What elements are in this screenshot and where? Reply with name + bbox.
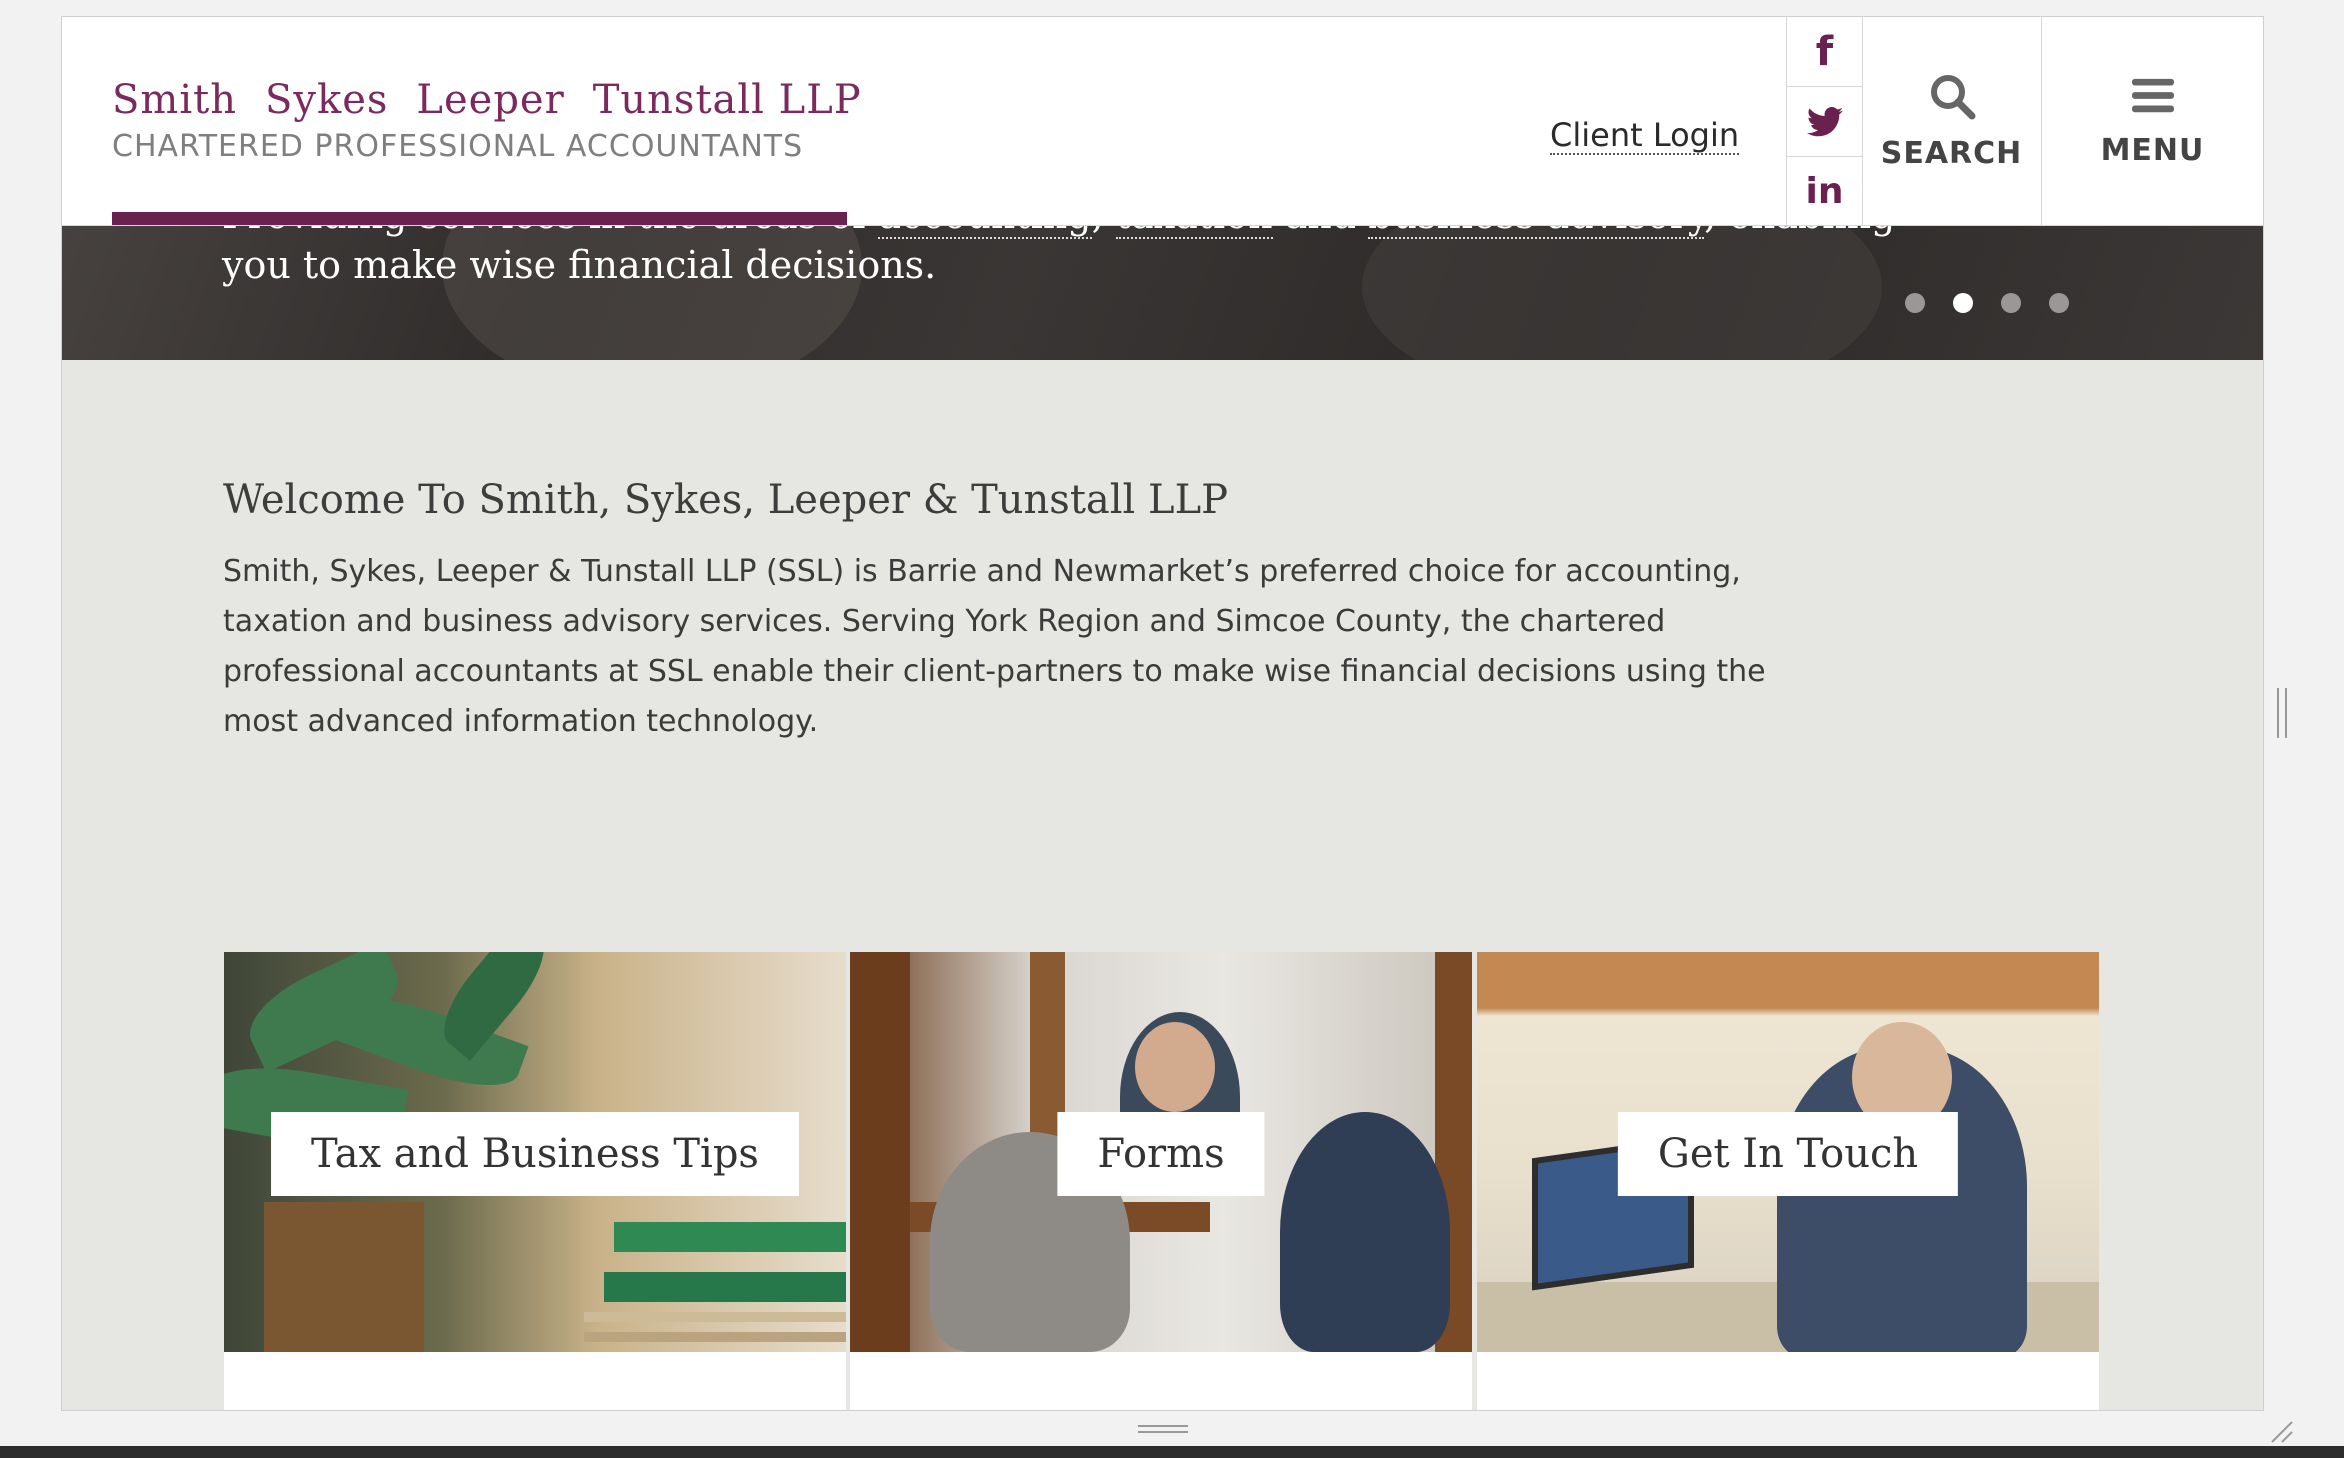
slider-dot-1[interactable]	[1905, 293, 1925, 313]
card-footer	[1477, 1352, 2099, 1410]
side-resize-handle[interactable]	[2277, 688, 2287, 738]
hero-caption-line2: you to make wise financial decisions.	[222, 243, 937, 287]
window-frame-image	[850, 952, 910, 1352]
paper-stack-image	[584, 1332, 846, 1342]
window-bottom-edge	[0, 1446, 2344, 1458]
logo-name-leeper: Leeper	[416, 77, 565, 123]
logo-name-sykes: Sykes	[264, 77, 389, 123]
slider-dot-4[interactable]	[2049, 293, 2069, 313]
card-get-in-touch[interactable]: Get In Touch	[1477, 952, 2099, 1352]
search-button-label: SEARCH	[1880, 135, 2023, 171]
card-footer	[224, 1352, 846, 1410]
card-label-get-in-touch: Get In Touch	[1617, 1112, 1959, 1196]
welcome-body: Smith, Sykes, Leeper & Tunstall LLP (SSL…	[223, 554, 1766, 739]
logo-tagline: CHARTERED PROFESSIONAL ACCOUNTANTS	[112, 129, 804, 164]
twitter-icon	[1806, 106, 1843, 136]
card-footer	[850, 1352, 1472, 1410]
logo-accent-bar	[112, 212, 847, 225]
slider-dot-2[interactable]	[1953, 293, 1973, 313]
binder-image	[604, 1272, 846, 1302]
card-label-forms: Forms	[1057, 1112, 1265, 1196]
linkedin-link[interactable]: in	[1787, 157, 1862, 226]
bottom-resize-handle[interactable]	[1138, 1425, 1188, 1433]
client-login-link[interactable]: Client Login	[1550, 117, 1740, 155]
social-links: f in	[1786, 17, 1863, 225]
logo-firm-name: Smith Sykes Leeper Tunstall LLP	[112, 77, 861, 123]
welcome-title: Welcome To Smith, Sykes, Leeper & Tunsta…	[223, 477, 1229, 523]
slider-dots	[1905, 293, 2069, 313]
facebook-link[interactable]: f	[1787, 17, 1862, 87]
person-head-image	[1135, 1022, 1215, 1112]
search-button[interactable]: SEARCH	[1862, 17, 2042, 225]
logo-name-tunstall: Tunstall LLP	[592, 77, 862, 123]
menu-button[interactable]: MENU	[2042, 17, 2263, 225]
binder-image	[614, 1222, 846, 1252]
site-logo[interactable]: Smith Sykes Leeper Tunstall LLP CHARTERE…	[112, 77, 861, 164]
slider-dot-3[interactable]	[2001, 293, 2021, 313]
page-frame: Providing services in the areas of accou…	[61, 16, 2264, 1411]
hamburger-menu-icon	[2131, 78, 2174, 112]
person-image	[1280, 1112, 1450, 1352]
card-label-tax-and-business-tips: Tax and Business Tips	[271, 1112, 799, 1196]
card-tax-and-business-tips[interactable]: Tax and Business Tips	[224, 952, 846, 1352]
logo-name-smith: Smith	[112, 77, 237, 123]
facebook-icon: f	[1815, 28, 1834, 75]
paper-stack-image	[584, 1312, 846, 1322]
search-icon	[1930, 74, 1975, 119]
twitter-link[interactable]	[1787, 87, 1862, 157]
linkedin-icon: in	[1805, 171, 1844, 212]
site-header: Smith Sykes Leeper Tunstall LLP CHARTERE…	[62, 17, 2263, 226]
card-forms[interactable]: Forms	[850, 952, 1472, 1352]
plant-pot-image	[264, 1202, 424, 1352]
menu-button-label: MENU	[2100, 132, 2205, 168]
resize-corner-icon[interactable]	[2268, 1418, 2294, 1444]
